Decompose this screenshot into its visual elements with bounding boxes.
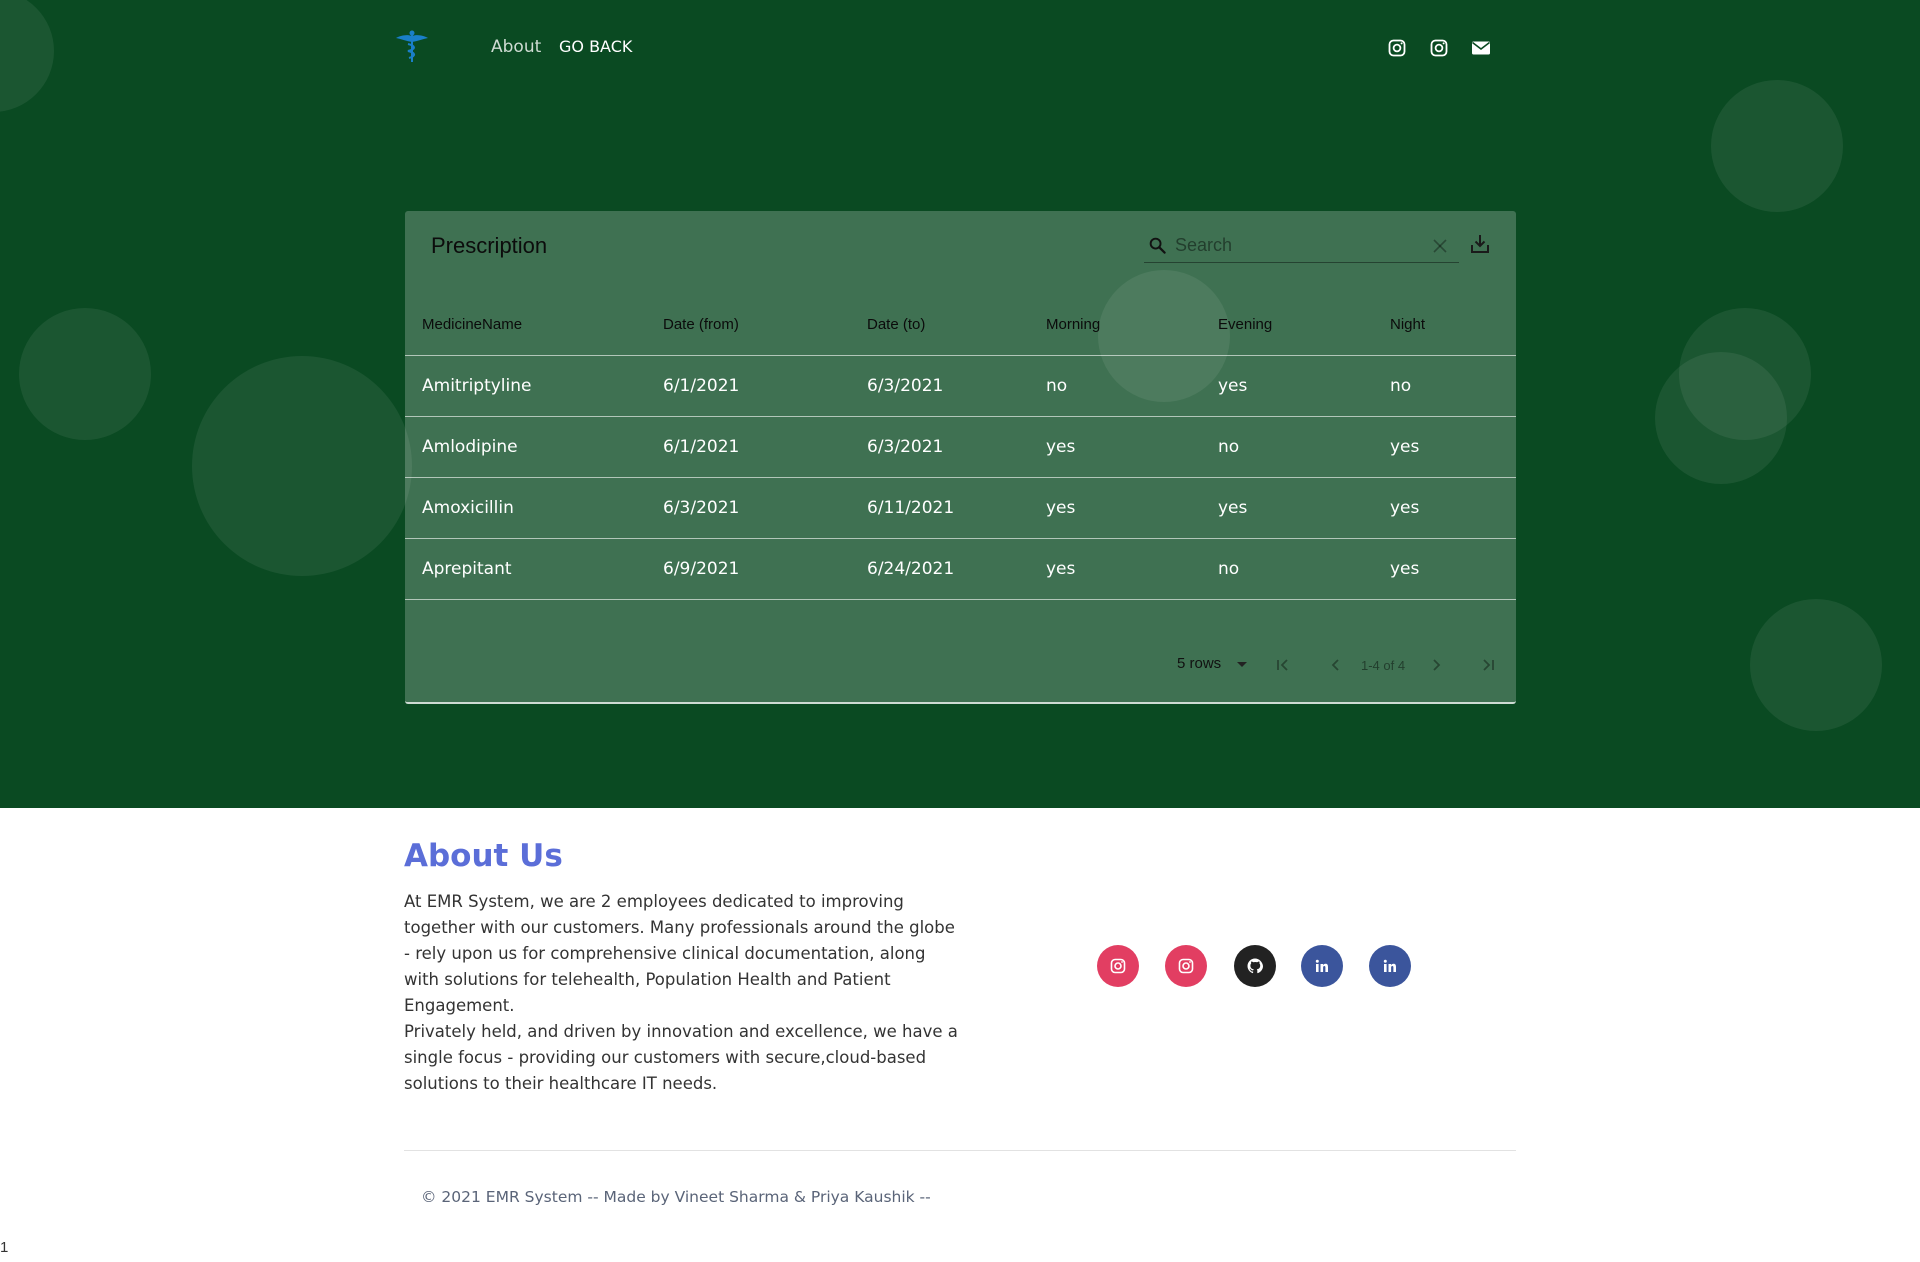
nav-go-back-link[interactable]: GO BACK [559,37,632,56]
search-icon [1149,237,1166,254]
last-page-icon[interactable] [1479,656,1497,674]
rows-per-page-select[interactable]: 5 rows [1177,655,1221,672]
github-icon [1247,958,1263,974]
first-page-icon[interactable] [1274,656,1292,674]
linkedin-icon [1315,959,1328,972]
cell-morning: no [1046,355,1218,417]
instagram-icon [1178,958,1194,974]
cell-morning: yes [1046,477,1218,539]
table-row[interactable]: Aprepitant 6/9/2021 6/24/2021 yes no yes [405,538,1516,600]
hero-section: About GO BACK Prescription Search Medici… [0,0,1920,808]
decorative-bubble [19,308,151,440]
clear-search-icon[interactable] [1432,238,1448,254]
table-row[interactable]: Amitriptyline 6/1/2021 6/3/2021 no yes n… [405,355,1516,417]
decorative-bubble [192,356,412,576]
cell-evening: yes [1218,477,1390,539]
prescription-table: MedicineName Date (from) Date (to) Morni… [405,295,1516,600]
decorative-bubble [1750,599,1882,731]
cell-date-from: 6/1/2021 [663,416,867,478]
cell-date-to: 6/3/2021 [867,355,1046,417]
column-header-morning[interactable]: Morning [1046,295,1218,356]
column-header-night[interactable]: Night [1390,295,1516,356]
linkedin-icon [1383,959,1396,972]
linkedin-button[interactable] [1301,945,1343,987]
table-row[interactable]: Amlodipine 6/1/2021 6/3/2021 yes no yes [405,416,1516,478]
cell-medicine-name: Aprepitant [405,538,663,600]
decorative-bubble [1711,80,1843,212]
envelope-icon[interactable] [1471,38,1491,58]
cell-date-to: 6/11/2021 [867,477,1046,539]
cell-night: yes [1390,538,1516,600]
cell-evening: no [1218,416,1390,478]
next-page-icon[interactable] [1427,656,1445,674]
download-icon[interactable] [1469,233,1491,255]
cell-date-to: 6/3/2021 [867,416,1046,478]
page-number: 1 [0,1239,9,1256]
cell-night: no [1390,355,1516,417]
search-input[interactable] [1175,233,1415,257]
pagination-range: 1-4 of 4 [1361,658,1406,673]
cell-evening: no [1218,538,1390,600]
table-pagination: 5 rows 1-4 of 4 [405,654,1516,676]
cell-evening: yes [1218,355,1390,417]
linkedin-button[interactable] [1369,945,1411,987]
github-button[interactable] [1234,945,1276,987]
chevron-down-icon[interactable] [1237,662,1247,667]
search-field[interactable] [1144,227,1459,263]
prescription-table-card: Prescription MedicineName Date (from) Da… [405,211,1516,704]
column-header-date-to[interactable]: Date (to) [867,295,1046,356]
footer-copyright: © 2021 EMR System -- Made by Vineet Shar… [421,1188,931,1206]
cell-date-to: 6/24/2021 [867,538,1046,600]
about-paragraph: Privately held, and driven by innovation… [404,1022,958,1093]
about-title: About Us [404,838,563,874]
table-title: Prescription [431,233,548,258]
about-paragraph: At EMR System, we are 2 employees dedica… [404,892,955,1015]
instagram-button[interactable] [1165,945,1207,987]
cell-date-from: 6/1/2021 [663,355,867,417]
column-header-evening[interactable]: Evening [1218,295,1390,356]
table-row[interactable]: Amoxicillin 6/3/2021 6/11/2021 yes yes y… [405,477,1516,539]
cell-medicine-name: Amoxicillin [405,477,663,539]
previous-page-icon[interactable] [1327,656,1345,674]
cell-date-from: 6/9/2021 [663,538,867,600]
cell-date-from: 6/3/2021 [663,477,867,539]
footer-divider [404,1150,1516,1151]
instagram-icon[interactable] [1429,38,1449,58]
instagram-button[interactable] [1097,945,1139,987]
instagram-icon[interactable] [1387,38,1407,58]
decorative-bubble [1655,352,1787,484]
cell-morning: yes [1046,538,1218,600]
column-header-medicine-name[interactable]: MedicineName [405,295,663,356]
top-navbar: About GO BACK [0,0,1920,96]
cell-medicine-name: Amlodipine [405,416,663,478]
instagram-icon [1110,958,1126,974]
column-header-date-from[interactable]: Date (from) [663,295,867,356]
table-header-row: MedicineName Date (from) Date (to) Morni… [405,295,1516,356]
caduceus-logo-icon[interactable] [396,30,428,64]
nav-about-link[interactable]: About [491,37,541,57]
cell-medicine-name: Amitriptyline [405,355,663,417]
cell-night: yes [1390,416,1516,478]
cell-night: yes [1390,477,1516,539]
cell-morning: yes [1046,416,1218,478]
